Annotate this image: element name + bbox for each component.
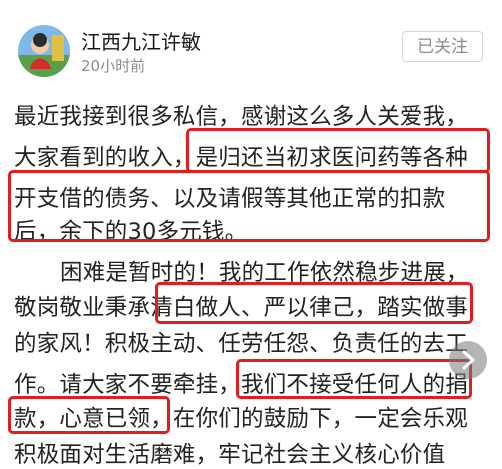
body-line: 最近我接到很多私信，感谢这么多人关爱我， [14,104,469,130]
highlight-box [236,359,472,399]
next-page-button[interactable] [449,341,487,379]
post-body: 最近我接到很多私信，感谢这么多人关爱我， 大家看到的收入，是归还当初求医问药等各… [0,0,502,468]
highlight-box [186,128,490,173]
chevron-right-icon [462,350,475,370]
highlight-box [8,396,170,434]
highlight-box [155,282,473,324]
body-line: 的家风！积极主动、任劳任怨、负责任的去工 [14,331,469,357]
body-line: 积极面对生活磨难，牢记社会主义核心价值 [14,442,446,468]
highlight-box [8,170,490,242]
